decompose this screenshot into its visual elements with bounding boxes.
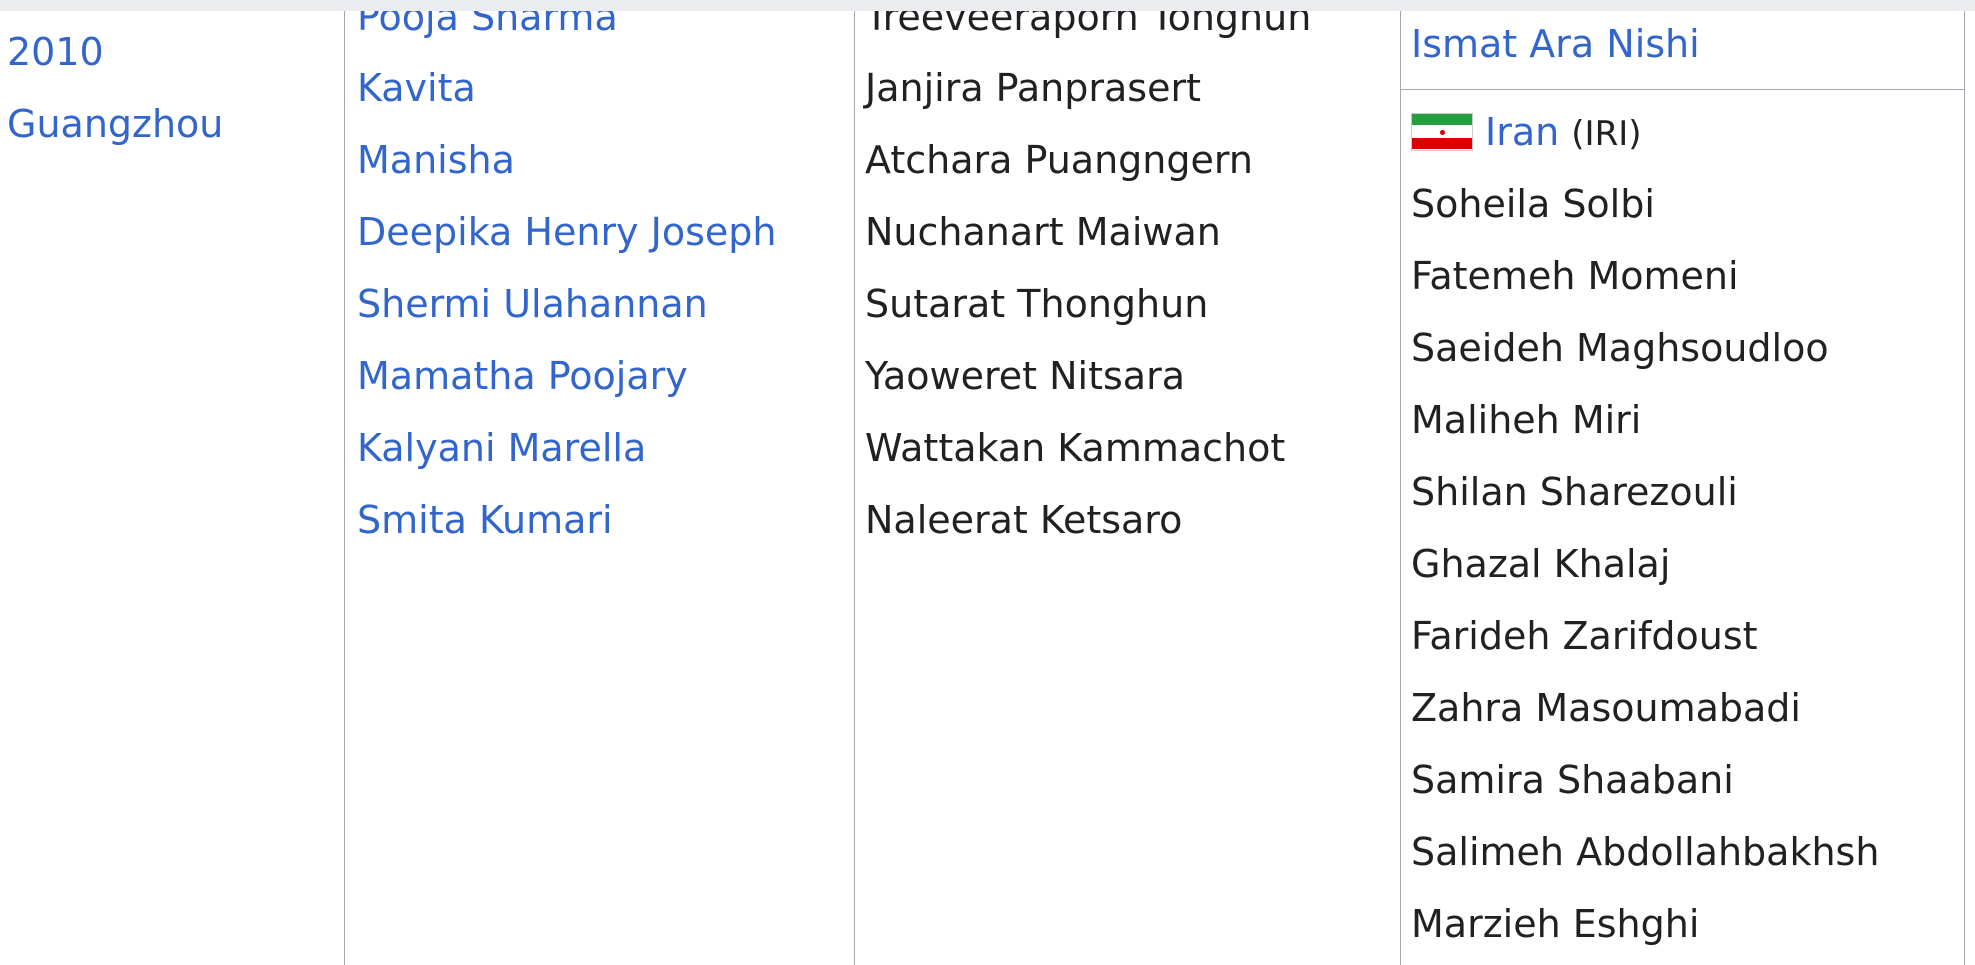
bronze-athlete-name: Salimeh Abdollahbakhsh	[1411, 830, 1880, 874]
silver-athlete-name: Janjira Panprasert	[865, 66, 1201, 110]
gold-athlete-link[interactable]: Kavita	[357, 66, 476, 110]
bronze-team-header: Iran (IRI)	[1411, 110, 1642, 156]
silver-athlete-name: Atchara Puangngern	[865, 138, 1253, 182]
gold-athlete-link[interactable]: Smita Kumari	[357, 498, 613, 542]
silver-athlete-name: Naleerat Ketsaro	[865, 498, 1183, 542]
silver-athlete-name: Sutarat Thonghun	[865, 282, 1209, 326]
gold-cell: Pooja Sharma Kavita Manisha Deepika Henr…	[344, 0, 854, 965]
bronze-athlete-name: Fatemeh Momeni	[1411, 254, 1739, 298]
year-link[interactable]: 2010	[7, 30, 104, 74]
bronze-athlete-name: Ghazal Khalaj	[1411, 542, 1671, 586]
country-link-iran[interactable]: Iran	[1485, 110, 1559, 154]
gold-athlete-link[interactable]: Kalyani Marella	[357, 426, 646, 470]
year-venue-cell: 2010 Guangzhou	[0, 0, 344, 965]
bronze-athlete-name: Saeideh Maghsoudloo	[1411, 326, 1829, 370]
bronze-athlete-name: Farideh Zarifdoust	[1411, 614, 1758, 658]
medal-table: 2010 Guangzhou Pooja Sharma Kavita Manis…	[0, 0, 1975, 965]
team-divider	[1401, 89, 1964, 90]
silver-athlete-name: Nuchanart Maiwan	[865, 210, 1221, 254]
gold-athlete-link[interactable]: Deepika Henry Joseph	[357, 210, 776, 254]
bronze-athlete-name: Maliheh Miri	[1411, 398, 1642, 442]
bronze-athlete-name: Marzieh Eshghi	[1411, 902, 1700, 946]
top-bar	[0, 0, 1975, 11]
bronze-athlete-name: Zahra Masoumabadi	[1411, 686, 1801, 730]
country-code: (IRI)	[1571, 114, 1642, 154]
silver-cell: Treeveeraporn Tonghun Janjira Panprasert…	[854, 0, 1400, 965]
silver-athlete-name: Yaoweret Nitsara	[865, 354, 1185, 398]
bronze-athlete-link[interactable]: Ismat Ara Nishi	[1411, 22, 1700, 66]
silver-athlete-name: Wattakan Kammachot	[865, 426, 1286, 470]
iran-flag-icon[interactable]	[1411, 112, 1473, 151]
city-link[interactable]: Guangzhou	[7, 102, 223, 146]
gold-athlete-link[interactable]: Shermi Ulahannan	[357, 282, 708, 326]
gold-athlete-link[interactable]: Manisha	[357, 138, 515, 182]
bronze-athlete-name: Shilan Sharezouli	[1411, 470, 1738, 514]
gold-athlete-link[interactable]: Mamatha Poojary	[357, 354, 688, 398]
bronze-athlete-name: Soheila Solbi	[1411, 182, 1655, 226]
bronze-athlete-name: Samira Shaabani	[1411, 758, 1734, 802]
bronze-cell: Ismat Ara Nishi Iran (IRI) Soheila Solbi…	[1400, 0, 1965, 965]
